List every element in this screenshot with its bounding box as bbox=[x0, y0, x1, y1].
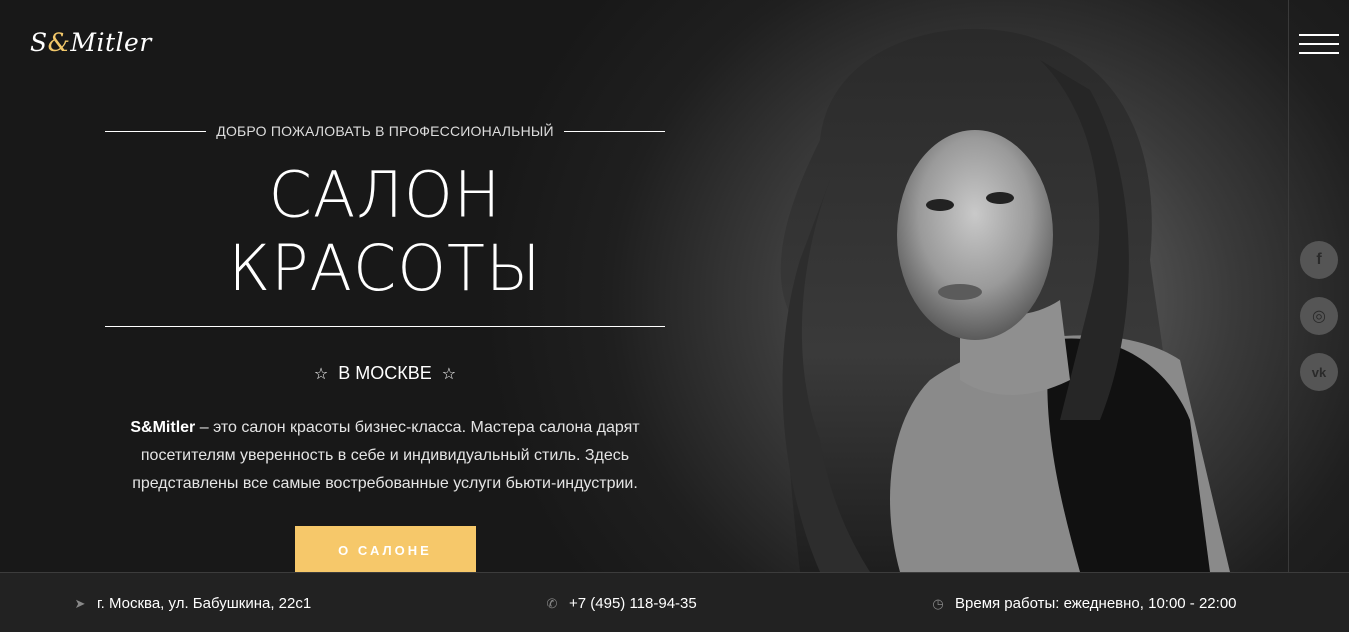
title-underline bbox=[105, 326, 665, 327]
brand-name: S&Mitler bbox=[130, 419, 196, 436]
hours-item: ◷ Время работы: ежедневно, 10:00 - 22:00 bbox=[931, 595, 1237, 612]
contact-bar: ➤ г. Москва, ул. Бабушкина, 22с1 ✆ +7 (4… bbox=[0, 572, 1349, 632]
welcome-row: ДОБРО ПОЖАЛОВАТЬ В ПРОФЕССИОНАЛЬНЫЙ bbox=[105, 118, 666, 144]
star-icon: ☆ bbox=[313, 365, 329, 383]
hamburger-icon[interactable] bbox=[1299, 34, 1339, 58]
address-text: г. Москва, ул. Бабушкина, 22с1 bbox=[97, 595, 312, 612]
salon-description: S&Mitler – это салон красоты бизнес-клас… bbox=[105, 414, 665, 498]
vk-icon[interactable]: vk bbox=[1300, 353, 1338, 391]
location-arrow-icon: ➤ bbox=[74, 595, 86, 611]
star-icon: ☆ bbox=[441, 365, 457, 383]
burger-line bbox=[1299, 52, 1339, 54]
welcome-text: ДОБРО ПОЖАЛОВАТЬ В ПРОФЕССИОНАЛЬНЫЙ bbox=[216, 123, 554, 139]
phone-text[interactable]: +7 (495) 118-94-35 bbox=[569, 595, 697, 612]
clock-icon: ◷ bbox=[932, 595, 944, 611]
logo-prefix: S bbox=[30, 28, 48, 57]
description-text: – это салон красоты бизнес-класса. Масте… bbox=[132, 419, 640, 492]
instagram-icon[interactable]: ◎ bbox=[1300, 297, 1338, 335]
hours-text: Время работы: ежедневно, 10:00 - 22:00 bbox=[955, 595, 1237, 612]
logo-ampersand: & bbox=[47, 28, 71, 57]
burger-line bbox=[1299, 34, 1339, 36]
city-line: ☆ В МОСКВЕ ☆ bbox=[105, 363, 665, 384]
about-salon-button[interactable]: О САЛОНЕ bbox=[294, 526, 476, 572]
divider-line bbox=[105, 130, 207, 132]
city-text: В МОСКВЕ bbox=[338, 363, 432, 383]
phone-icon: ✆ bbox=[546, 595, 558, 611]
hero-section: S&Mitler f ◎ vk ДОБРО ПОЖАЛОВАТЬ В ПРОФЕ… bbox=[0, 0, 1349, 572]
intro-block: ДОБРО ПОЖАЛОВАТЬ В ПРОФЕССИОНАЛЬНЫЙ САЛО… bbox=[105, 118, 666, 572]
page-title: САЛОН КРАСОТЫ bbox=[228, 157, 542, 306]
site-logo[interactable]: S&Mitler bbox=[30, 28, 152, 62]
phone-item[interactable]: ✆ +7 (495) 118-94-35 bbox=[545, 595, 697, 612]
logo-suffix: Mitler bbox=[70, 28, 152, 57]
facebook-icon[interactable]: f bbox=[1300, 241, 1338, 279]
right-rail-divider bbox=[1288, 0, 1289, 572]
address-item: ➤ г. Москва, ул. Бабушкина, 22с1 bbox=[73, 595, 312, 612]
divider-line bbox=[563, 130, 666, 132]
burger-line bbox=[1299, 43, 1339, 45]
